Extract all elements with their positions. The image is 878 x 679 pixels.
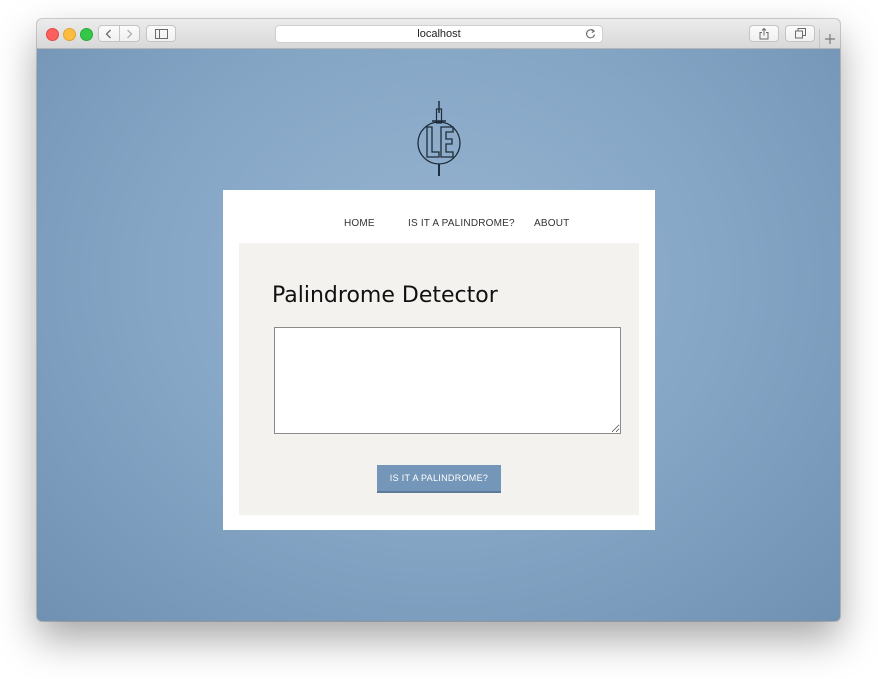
chevron-right-icon bbox=[126, 29, 133, 38]
close-window-button[interactable] bbox=[46, 28, 59, 41]
browser-window: localhost HOME IS IT A PALINDROME? ABOUT… bbox=[37, 19, 840, 621]
browser-toolbar: localhost bbox=[37, 19, 840, 49]
show-tabs-button[interactable] bbox=[785, 25, 815, 42]
page-viewport: HOME IS IT A PALINDROME? ABOUT Palindrom… bbox=[37, 49, 840, 621]
address-text: localhost bbox=[417, 28, 461, 40]
content-card: HOME IS IT A PALINDROME? ABOUT Palindrom… bbox=[223, 190, 655, 530]
back-button[interactable] bbox=[99, 26, 119, 41]
sidebar-icon bbox=[154, 28, 168, 39]
new-tab-button[interactable] bbox=[819, 29, 840, 48]
phrase-input[interactable] bbox=[274, 327, 621, 434]
address-bar[interactable]: localhost bbox=[275, 25, 603, 43]
check-palindrome-button[interactable]: IS IT A PALINDROME? bbox=[377, 465, 501, 493]
forward-button[interactable] bbox=[118, 26, 140, 41]
chevron-left-icon bbox=[105, 29, 112, 38]
share-button[interactable] bbox=[749, 25, 779, 42]
plus-icon bbox=[825, 33, 835, 44]
tabs-icon bbox=[794, 28, 806, 39]
nav-about-link[interactable]: ABOUT bbox=[534, 218, 569, 229]
history-nav bbox=[98, 25, 140, 42]
reload-icon[interactable] bbox=[585, 28, 596, 40]
zoom-window-button[interactable] bbox=[80, 28, 93, 41]
minimize-window-button[interactable] bbox=[63, 28, 76, 41]
share-icon bbox=[759, 27, 769, 39]
site-logo-icon[interactable] bbox=[415, 99, 465, 177]
sidebar-toggle-button[interactable] bbox=[146, 25, 176, 42]
page-title: Palindrome Detector bbox=[272, 283, 498, 308]
nav-palindrome-link[interactable]: IS IT A PALINDROME? bbox=[408, 218, 515, 229]
nav-home-link[interactable]: HOME bbox=[344, 218, 375, 229]
detector-panel: Palindrome Detector IS IT A PALINDROME? bbox=[239, 243, 639, 515]
